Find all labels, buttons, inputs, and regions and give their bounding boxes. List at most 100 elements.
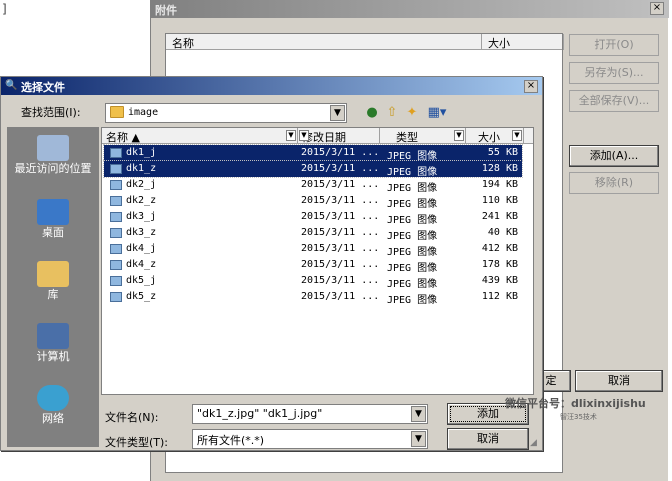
image-file-icon: [110, 292, 122, 302]
file-row[interactable]: dk4_z 2015/3/11 ... JPEG 图像 178 KB: [104, 257, 522, 274]
file-date: 2015/3/11 ...: [301, 211, 380, 222]
file-name: dk4_z: [126, 259, 157, 270]
file-size: 55 KB: [487, 147, 518, 158]
filetype-select[interactable]: 所有文件(*.*) ▼: [192, 429, 428, 449]
file-size: 412 KB: [481, 243, 518, 254]
file-date: 2015/3/11 ...: [301, 179, 380, 190]
place-recent[interactable]: 最近访问的位置: [7, 129, 99, 189]
file-date: 2015/3/11 ...: [301, 259, 380, 270]
column-size[interactable]: 大小: [482, 34, 564, 50]
file-size: 128 KB: [481, 163, 518, 174]
file-list[interactable]: 名称 ▲ ▼ 修改日期 ▼ 类型 ▼ 大小 ▼ dk1_j 2015/3/11 ... JP…: [101, 127, 534, 395]
place-label: 库: [47, 288, 59, 301]
file-size: 178 KB: [481, 259, 518, 270]
chevron-down-icon[interactable]: ▼: [454, 130, 464, 141]
chevron-down-icon[interactable]: ▼: [512, 130, 522, 141]
file-name: dk3_z: [126, 227, 157, 238]
file-date: 2015/3/11 ...: [301, 163, 380, 174]
filename-label: 文件名(N):: [105, 411, 159, 424]
file-name: dk2_j: [126, 179, 157, 190]
file-name: dk5_z: [126, 291, 157, 302]
place-desktop[interactable]: 桌面: [7, 193, 99, 253]
back-icon[interactable]: ●: [363, 105, 381, 121]
file-name: dk5_j: [126, 275, 157, 286]
attachment-window-title: 附件: [151, 0, 669, 18]
save-as-button[interactable]: 另存为(S)...: [569, 62, 659, 84]
places-bar: 最近访问的位置 桌面 库 计算机 网络: [7, 127, 99, 447]
attachment-list-header: 名称 大小: [166, 34, 564, 50]
new-folder-icon[interactable]: ✦: [403, 105, 421, 121]
add-attachment-button[interactable]: 添加(A)...: [569, 145, 659, 167]
desktop-icon: [37, 199, 69, 225]
file-type: JPEG 图像: [387, 279, 438, 290]
column-name[interactable]: 名称 ▲ ▼: [102, 128, 298, 144]
chevron-down-icon[interactable]: ▼: [411, 406, 426, 422]
dialog-title: 选择文件: [1, 77, 542, 95]
look-in-label: 查找范围(I):: [21, 106, 81, 119]
place-library[interactable]: 库: [7, 255, 99, 315]
up-folder-icon[interactable]: ⇧: [383, 105, 401, 121]
column-name[interactable]: 名称: [166, 34, 482, 50]
place-label: 最近访问的位置: [14, 162, 92, 175]
select-file-dialog: 选择文件 🔍 × 查找范围(I): image ▼ ● ⇧ ✦ ▦▾ 最近访问的…: [0, 76, 543, 451]
image-file-icon: [110, 148, 122, 158]
folder-icon: [110, 106, 124, 118]
file-name: dk4_j: [126, 243, 157, 254]
file-name: dk3_j: [126, 211, 157, 222]
place-label: 计算机: [36, 350, 70, 363]
file-row[interactable]: dk2_z 2015/3/11 ... JPEG 图像 110 KB: [104, 193, 522, 210]
file-type: JPEG 图像: [387, 183, 438, 194]
cancel-button[interactable]: 取消: [447, 428, 529, 450]
column-type[interactable]: 类型 ▼: [380, 128, 466, 144]
dialog-close-button[interactable]: ×: [524, 80, 538, 93]
view-menu-icon[interactable]: ▦▾: [425, 105, 449, 121]
place-computer[interactable]: 计算机: [7, 317, 99, 377]
file-size: 110 KB: [481, 195, 518, 206]
image-file-icon: [110, 164, 122, 174]
file-size: 194 KB: [481, 179, 518, 190]
chevron-down-icon[interactable]: ▼: [330, 105, 345, 121]
chevron-down-icon[interactable]: ▼: [299, 130, 309, 141]
file-row[interactable]: dk5_z 2015/3/11 ... JPEG 图像 112 KB: [104, 289, 522, 306]
file-date: 2015/3/11 ...: [301, 147, 380, 158]
place-label: 桌面: [42, 226, 64, 239]
look-in-value: image: [128, 107, 159, 118]
file-row[interactable]: dk3_j 2015/3/11 ... JPEG 图像 241 KB: [104, 209, 522, 226]
file-row[interactable]: dk2_j 2015/3/11 ... JPEG 图像 194 KB: [104, 177, 522, 194]
remove-button[interactable]: 移除(R): [569, 172, 659, 194]
file-row[interactable]: dk5_j 2015/3/11 ... JPEG 图像 439 KB: [104, 273, 522, 290]
watermark-subtext: 智汪35技术: [560, 413, 597, 421]
column-modified[interactable]: 修改日期 ▼: [298, 128, 380, 144]
file-row[interactable]: dk4_j 2015/3/11 ... JPEG 图像 412 KB: [104, 241, 522, 258]
image-file-icon: [110, 212, 122, 222]
file-row[interactable]: dk3_z 2015/3/11 ... JPEG 图像 40 KB: [104, 225, 522, 242]
attachment-close-button[interactable]: ×: [650, 2, 664, 15]
file-date: 2015/3/11 ...: [301, 227, 380, 238]
file-date: 2015/3/11 ...: [301, 291, 380, 302]
resize-grip-icon[interactable]: ◢: [530, 438, 540, 448]
image-file-icon: [110, 228, 122, 238]
file-row[interactable]: dk1_j 2015/3/11 ... JPEG 图像 55 KB: [103, 144, 523, 162]
chevron-down-icon[interactable]: ▼: [286, 130, 296, 141]
attachment-cancel-button[interactable]: 取消: [575, 370, 663, 392]
file-row[interactable]: dk1_z 2015/3/11 ... JPEG 图像 128 KB: [103, 160, 523, 178]
column-size[interactable]: 大小 ▼: [466, 128, 524, 144]
open-button[interactable]: 打开(O): [569, 34, 659, 56]
look-in-combo[interactable]: image ▼: [105, 103, 347, 123]
file-type: JPEG 图像: [387, 167, 438, 178]
file-type: JPEG 图像: [387, 295, 438, 306]
library-icon: [37, 261, 69, 287]
file-size: 40 KB: [487, 227, 518, 238]
place-network[interactable]: 网络: [7, 379, 99, 439]
search-icon: 🔍: [5, 80, 18, 91]
image-file-icon: [110, 180, 122, 190]
save-all-button[interactable]: 全部保存(V)...: [569, 90, 659, 112]
chevron-down-icon[interactable]: ▼: [411, 431, 426, 447]
file-type: JPEG 图像: [387, 247, 438, 258]
file-list-header: 名称 ▲ ▼ 修改日期 ▼ 类型 ▼ 大小 ▼: [102, 128, 533, 144]
image-file-icon: [110, 196, 122, 206]
filename-value: "dk1_z.jpg" "dk1_j.jpg": [197, 407, 323, 420]
file-type: JPEG 图像: [387, 151, 438, 162]
image-file-icon: [110, 276, 122, 286]
filename-input[interactable]: "dk1_z.jpg" "dk1_j.jpg" ▼: [192, 404, 428, 424]
